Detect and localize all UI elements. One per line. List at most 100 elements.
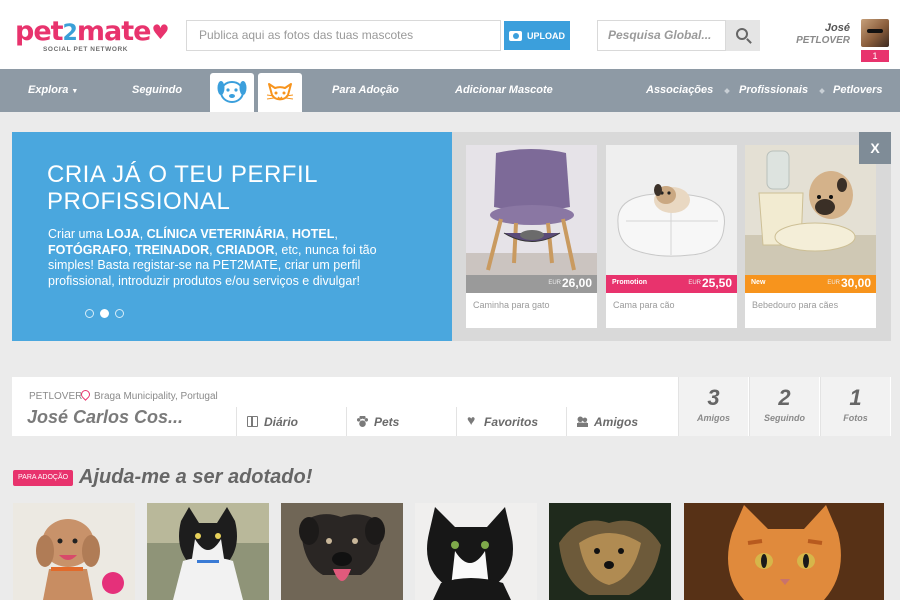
paw-icon <box>357 416 368 427</box>
price-strip: Promotion EUR 25,50 <box>606 275 737 293</box>
dog-bed-image <box>606 145 737 275</box>
profile-role: PETLOVER <box>29 391 83 402</box>
water-fountain-image <box>745 145 876 275</box>
product-name: Bebedouro para cães <box>752 300 839 310</box>
product-card[interactable]: New EUR 30,00 Bebedouro para cães <box>745 145 876 328</box>
adoption-pet-card[interactable] <box>549 503 671 600</box>
tab-dogs[interactable] <box>210 73 254 112</box>
logo[interactable]: pet2mate♥ SOCIAL PET NETWORK <box>15 16 169 54</box>
notification-badge[interactable]: 1 <box>861 50 889 62</box>
logo-text-pet: pet <box>15 16 64 47</box>
pet-photo <box>13 503 135 600</box>
product-currency: EUR <box>688 280 701 286</box>
search-icon <box>736 28 748 40</box>
product-name: Caminha para gato <box>473 300 550 310</box>
product-currency: EUR <box>827 280 840 286</box>
stat-label: Amigos <box>696 413 730 423</box>
pet-photo <box>415 503 537 600</box>
search-button[interactable] <box>726 20 760 51</box>
friends-icon <box>577 416 588 427</box>
cat-icon <box>266 83 294 101</box>
stat-value: 2 <box>778 385 791 410</box>
camera-icon <box>509 30 522 41</box>
adoption-pet-card[interactable] <box>281 503 403 600</box>
book-icon <box>247 416 258 427</box>
profile-name[interactable]: José Carlos Cos... <box>27 407 183 428</box>
nav-associations[interactable]: Associações <box>646 69 713 112</box>
stat-photos[interactable]: 1 Fotos <box>820 377 890 436</box>
user-role: PETLOVER <box>796 35 850 46</box>
slide-dot-active[interactable] <box>100 309 109 318</box>
adoption-title: Ajuda-me a ser adotado! <box>79 466 313 488</box>
pet-photo <box>684 503 884 600</box>
product-currency: EUR <box>548 280 561 286</box>
product-price: 25,50 <box>701 276 732 290</box>
pet-photo <box>281 503 403 600</box>
tab-cats[interactable] <box>258 73 302 112</box>
heart-icon <box>467 412 478 428</box>
product-image <box>606 145 737 275</box>
pet-photo <box>147 503 269 600</box>
nav-professionals[interactable]: Profissionais <box>739 69 808 112</box>
close-banner-button[interactable]: X <box>859 132 891 164</box>
slide-dots <box>85 309 124 318</box>
promo-banner: CRIA JÁ O TEU PERFIL PROFISSIONAL Criar … <box>12 132 891 341</box>
product-tag: Promotion <box>612 279 647 286</box>
header: pet2mate♥ SOCIAL PET NETWORK Publica aqu… <box>0 0 900 69</box>
nav-adoption[interactable]: Para Adoção <box>332 69 399 112</box>
stat-following[interactable]: 2 Seguindo <box>749 377 819 436</box>
tab-favorites[interactable]: Favoritos <box>456 407 566 436</box>
banner-text: Criar uma LOJA, CLÍNICA VETERINÁRIA, HOT… <box>48 227 377 288</box>
slide-dot[interactable] <box>85 309 94 318</box>
product-card[interactable]: EUR 26,00 Caminha para gato <box>466 145 597 328</box>
nav-explore[interactable]: Explora ▼ <box>28 69 78 112</box>
price-strip: New EUR 30,00 <box>745 275 876 293</box>
global-search-input[interactable]: Pesquisa Global... <box>597 20 726 51</box>
upload-input[interactable]: Publica aqui as fotos das tuas mascotes <box>186 20 501 51</box>
stat-value: 1 <box>849 385 862 410</box>
nav-add-pet[interactable]: Adicionar Mascote <box>455 69 553 112</box>
upload-button[interactable]: UPLOAD <box>504 21 570 50</box>
adoption-pet-card[interactable] <box>13 503 135 600</box>
user-first-name[interactable]: José <box>825 22 850 34</box>
upload-label: UPLOAD <box>527 30 565 41</box>
product-price: 30,00 <box>840 276 871 290</box>
logo-text-mate: mate <box>76 16 152 47</box>
main-nav: Explora ▼ Seguindo Para Adoção Adicionar … <box>0 69 900 112</box>
product-card[interactable]: Promotion EUR 25,50 Cama para cão <box>606 145 737 328</box>
tab-friends-label: Amigos <box>594 414 639 429</box>
tab-diary[interactable]: Diário <box>236 407 346 436</box>
stat-friends[interactable]: 3 Amigos <box>678 377 748 436</box>
pet-photo <box>549 503 671 600</box>
tab-friends[interactable]: Amigos <box>566 407 678 436</box>
product-image <box>466 145 597 275</box>
stat-label: Seguindo <box>764 413 805 423</box>
nav-separator <box>724 88 730 94</box>
nav-following[interactable]: Seguindo <box>132 69 182 112</box>
adoption-pet-card[interactable] <box>684 503 884 600</box>
slide-dot[interactable] <box>115 309 124 318</box>
stat-value: 3 <box>707 385 720 410</box>
adoption-pet-card[interactable] <box>147 503 269 600</box>
heart-icon: ♥ <box>151 20 169 44</box>
banner-title: CRIA JÁ O TEU PERFIL PROFISSIONAL <box>47 161 318 215</box>
caret-down-icon: ▼ <box>71 88 79 95</box>
product-tag: New <box>751 279 766 286</box>
logo-text-2: 2 <box>62 21 78 46</box>
adoption-pet-card[interactable] <box>415 503 537 600</box>
adoption-badge: PARA ADOÇÃO <box>13 470 74 486</box>
avatar[interactable] <box>861 19 889 47</box>
profile-bar: PETLOVER Braga Municipality, Portugal Jo… <box>12 377 891 436</box>
nav-petlovers[interactable]: Petlovers <box>833 69 883 112</box>
product-image <box>745 145 876 275</box>
tab-pets-label: Pets <box>374 414 400 429</box>
banner-panel: CRIA JÁ O TEU PERFIL PROFISSIONAL Criar … <box>12 132 452 341</box>
profile-location: Braga Municipality, Portugal <box>94 391 218 402</box>
tab-pets[interactable]: Pets <box>346 407 456 436</box>
tab-favorites-label: Favoritos <box>484 414 539 429</box>
dog-icon <box>217 81 247 103</box>
product-price: 26,00 <box>561 276 592 290</box>
product-name: Cama para cão <box>613 300 675 310</box>
nav-explore-label: Explora <box>28 84 69 96</box>
stat-label: Fotos <box>843 413 868 423</box>
